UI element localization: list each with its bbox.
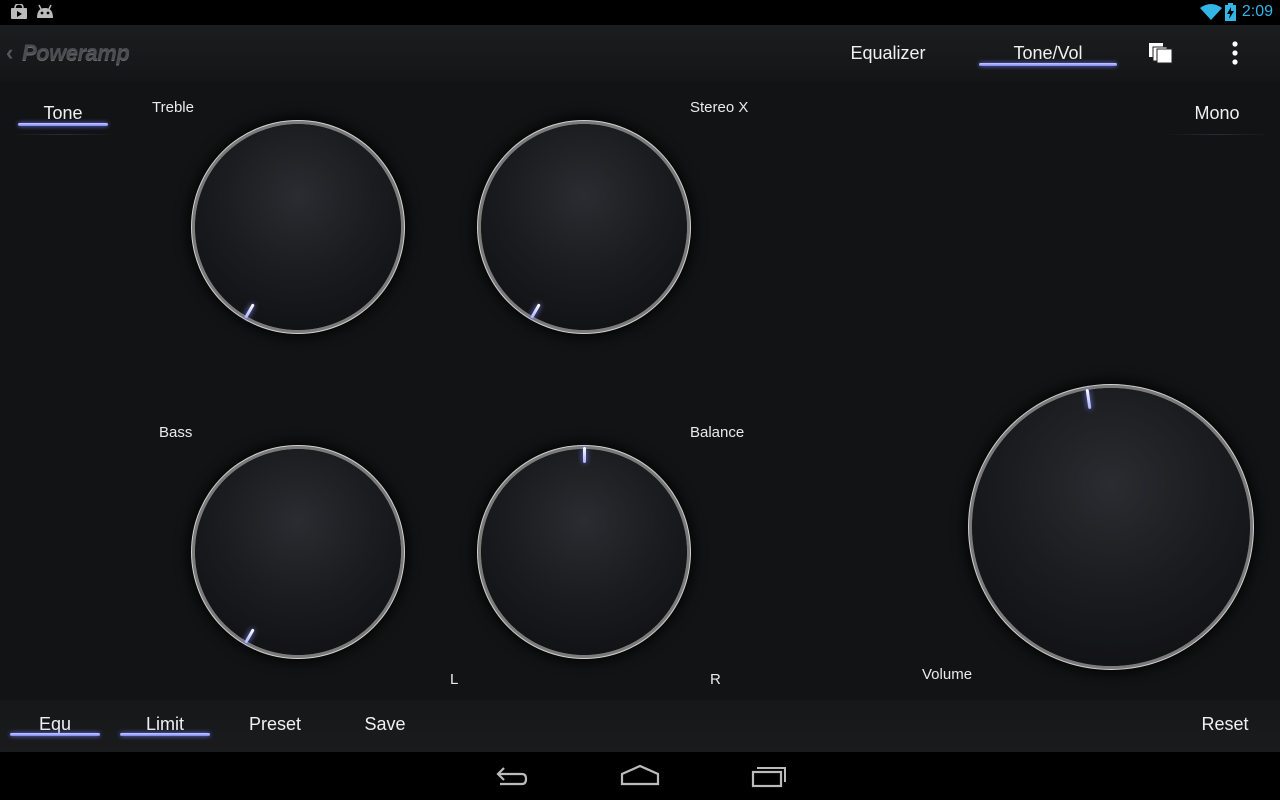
treble-knob-marker <box>244 303 255 319</box>
mono-toggle[interactable]: Mono <box>1172 103 1262 124</box>
volume-label: Volume <box>922 666 973 683</box>
store-bag-icon <box>10 3 28 25</box>
navigation-bar <box>0 752 1280 800</box>
battery-charging-icon <box>1225 3 1236 26</box>
stereo-x-knob[interactable] <box>481 124 687 330</box>
tab-tone-vol-label: Tone/Vol <box>1013 43 1083 63</box>
equ-toggle-indicator <box>10 733 100 736</box>
tab-tone-vol[interactable]: Tone/Vol <box>979 25 1117 67</box>
balance-left-label: L <box>450 671 459 688</box>
reset-button-label: Reset <box>1201 714 1249 734</box>
treble-label: Treble <box>152 99 194 116</box>
tone-divider <box>10 134 116 135</box>
treble-knob[interactable] <box>195 124 401 330</box>
tone-toggle[interactable]: Tone <box>18 103 108 124</box>
bass-label: Bass <box>159 424 193 441</box>
back-icon[interactable] <box>494 762 530 793</box>
bottom-bar: Equ Limit Preset Save Reset <box>0 700 1280 752</box>
up-chevron-icon[interactable]: ‹ <box>6 40 13 66</box>
equ-toggle[interactable]: Equ <box>10 714 100 735</box>
balance-knob-marker <box>583 447 586 463</box>
action-bar: ‹ Poweramp Equalizer Tone/Vol <box>0 25 1280 81</box>
save-button-label: Save <box>364 714 406 734</box>
preset-button[interactable]: Preset <box>230 714 320 735</box>
home-icon[interactable] <box>620 762 660 793</box>
volume-knob-marker <box>1085 388 1092 410</box>
tone-toggle-label: Tone <box>43 103 83 123</box>
tab-equalizer[interactable]: Equalizer <box>838 25 938 67</box>
reset-button[interactable]: Reset <box>1180 714 1270 735</box>
android-icon <box>35 4 55 25</box>
overflow-menu-icon[interactable] <box>1231 40 1239 71</box>
stereo-x-label: Stereo X <box>690 99 749 116</box>
status-time: 2:09 <box>1241 3 1273 20</box>
equ-toggle-label: Equ <box>38 714 72 734</box>
tab-equalizer-label: Equalizer <box>850 43 926 63</box>
mono-toggle-label: Mono <box>1194 103 1240 123</box>
recent-apps-icon[interactable] <box>751 762 787 793</box>
preset-button-label: Preset <box>248 714 302 734</box>
limit-toggle-label: Limit <box>145 714 184 734</box>
tone-toggle-indicator <box>18 123 108 126</box>
status-bar: 2:09 <box>0 0 1280 25</box>
volume-knob[interactable] <box>972 388 1250 666</box>
mono-divider <box>1165 134 1271 135</box>
presets-icon[interactable] <box>1148 42 1174 69</box>
balance-label: Balance <box>690 424 745 441</box>
app-logo[interactable]: Poweramp <box>22 40 130 66</box>
balance-right-label: R <box>710 671 721 688</box>
tab-tone-vol-indicator <box>979 63 1117 66</box>
limit-toggle-indicator <box>120 733 210 736</box>
wifi-icon <box>1200 4 1222 26</box>
bass-knob-marker <box>244 628 255 644</box>
limit-toggle[interactable]: Limit <box>120 714 210 735</box>
balance-knob[interactable] <box>481 447 687 655</box>
bass-knob[interactable] <box>195 449 401 655</box>
stereo-x-knob-marker <box>530 303 541 319</box>
save-button[interactable]: Save <box>340 714 430 735</box>
